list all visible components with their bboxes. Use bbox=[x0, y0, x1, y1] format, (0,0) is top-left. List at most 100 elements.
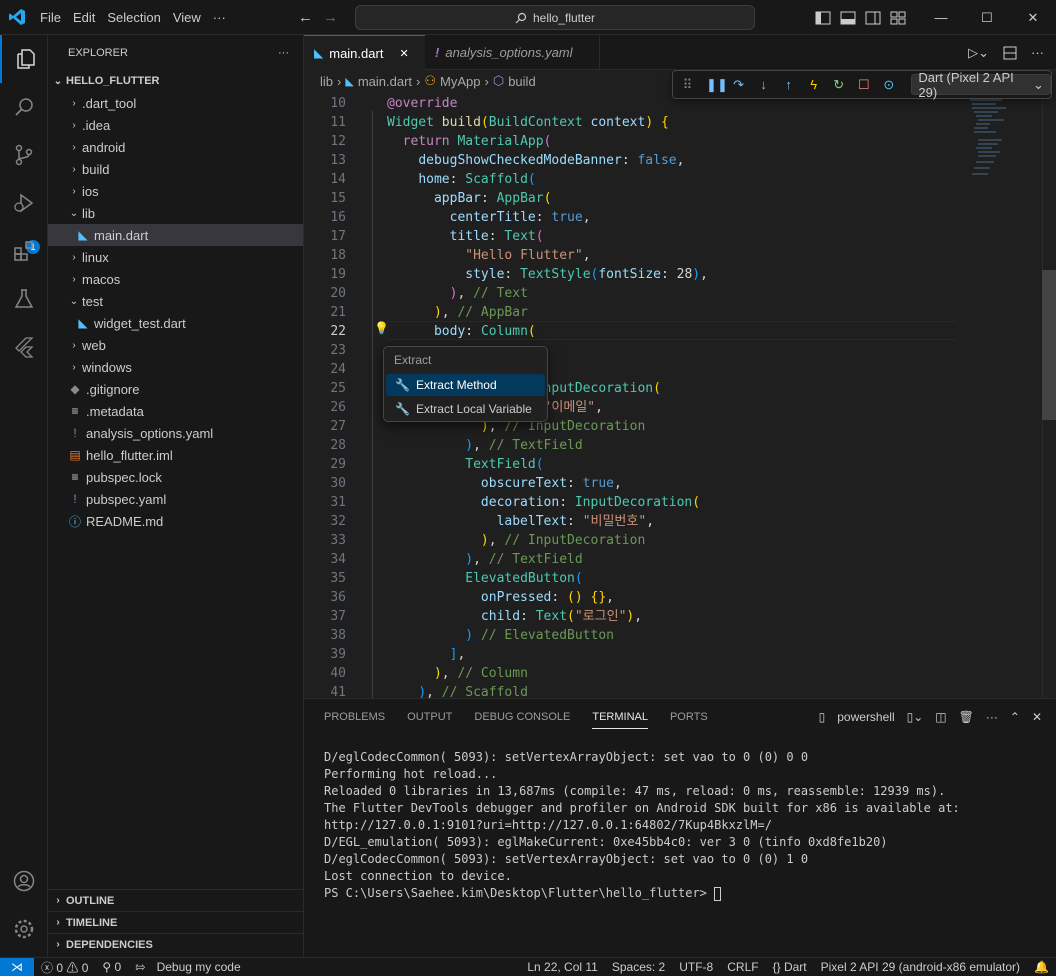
more-actions-icon[interactable]: ··· bbox=[986, 710, 998, 724]
tab-ports[interactable]: PORTS bbox=[670, 711, 708, 723]
file-item[interactable]: ≡ pubspec.lock bbox=[48, 466, 303, 488]
customize-layout-icon[interactable] bbox=[890, 11, 906, 25]
maximize-button[interactable]: ☐ bbox=[964, 0, 1010, 35]
tab-analysis-options[interactable]: ! analysis_options.yaml bbox=[425, 35, 600, 70]
accounts-icon[interactable] bbox=[0, 857, 48, 905]
hot-reload-icon[interactable]: ϟ bbox=[807, 77, 820, 92]
code-line[interactable]: 34 ), // TextField bbox=[304, 550, 968, 569]
code-line[interactable]: 11 Widget build(BuildContext context) { bbox=[304, 113, 968, 132]
language-mode[interactable]: {} Dart bbox=[766, 960, 814, 974]
menu-edit[interactable]: Edit bbox=[67, 0, 101, 35]
close-window-button[interactable]: ✕ bbox=[1010, 0, 1056, 35]
code-line[interactable]: 17 title: Text( bbox=[304, 227, 968, 246]
encoding[interactable]: UTF-8 bbox=[672, 960, 720, 974]
breadcrumb-method[interactable]: build bbox=[508, 74, 535, 89]
explorer-activity-icon[interactable] bbox=[0, 35, 48, 83]
step-over-icon[interactable]: ↷ bbox=[732, 77, 745, 93]
line-endings[interactable]: CRLF bbox=[720, 960, 765, 974]
tab-terminal[interactable]: TERMINAL bbox=[592, 711, 648, 729]
command-center-search[interactable]: hello_flutter bbox=[355, 5, 755, 30]
debug-target-select[interactable]: Dart (Pixel 2 API 29) ⌄ bbox=[911, 70, 1051, 100]
file-item[interactable]: ! pubspec.yaml bbox=[48, 488, 303, 510]
minimize-button[interactable]: — bbox=[918, 0, 964, 35]
code-line[interactable]: 15 appBar: AppBar( bbox=[304, 189, 968, 208]
menu-selection[interactable]: Selection bbox=[101, 0, 166, 35]
code-line[interactable]: 41 ), // Scaffold bbox=[304, 683, 968, 698]
testing-flask-icon[interactable] bbox=[0, 275, 48, 323]
outline-section[interactable]: › OUTLINE bbox=[48, 889, 303, 911]
folder-item[interactable]: › windows bbox=[48, 356, 303, 378]
code-line[interactable]: 36 onPressed: () {}, bbox=[304, 588, 968, 607]
new-terminal-icon[interactable]: ▯⌄ bbox=[907, 710, 924, 724]
code-line[interactable]: 37 child: Text("로그인"), bbox=[304, 607, 968, 626]
split-editor-icon[interactable] bbox=[1003, 46, 1017, 60]
trash-icon[interactable]: 🗑 bbox=[959, 710, 974, 724]
folder-item[interactable]: › android bbox=[48, 136, 303, 158]
menu-more[interactable]: ··· bbox=[207, 0, 232, 35]
code-line[interactable]: 18 "Hello Flutter", bbox=[304, 246, 968, 265]
cursor-position[interactable]: Ln 22, Col 11 bbox=[520, 960, 605, 974]
breadcrumb-file[interactable]: main.dart bbox=[358, 74, 412, 89]
editor-scrollbar-thumb[interactable] bbox=[1042, 270, 1056, 420]
code-line[interactable]: 38 ) // ElevatedButton bbox=[304, 626, 968, 645]
indentation[interactable]: Spaces: 2 bbox=[605, 960, 672, 974]
notifications-bell-icon[interactable]: 🔔 bbox=[1027, 960, 1056, 974]
dependencies-section[interactable]: › DEPENDENCIES bbox=[48, 933, 303, 955]
explorer-more-button[interactable]: ··· bbox=[278, 47, 289, 59]
run-and-debug-icon[interactable] bbox=[0, 179, 48, 227]
toggle-secondary-sidebar-icon[interactable] bbox=[865, 11, 881, 25]
terminal-prompt-line[interactable]: PS C:\Users\Saehee.kim\Desktop\Flutter\h… bbox=[324, 885, 1044, 902]
debug-status[interactable]: ⇰ Debug my code bbox=[128, 960, 247, 974]
ports-status[interactable]: ⚲ 0 bbox=[95, 960, 128, 974]
more-actions-icon[interactable]: ··· bbox=[1031, 45, 1044, 60]
code-line[interactable]: 31 decoration: InputDecoration( bbox=[304, 493, 968, 512]
folder-item[interactable]: › web bbox=[48, 334, 303, 356]
code-line[interactable]: 32 labelText: "비밀번호", bbox=[304, 512, 968, 531]
code-line[interactable]: 28 ), // TextField bbox=[304, 436, 968, 455]
code-line[interactable]: 16 centerTitle: true, bbox=[304, 208, 968, 227]
breadcrumb-class[interactable]: MyApp bbox=[440, 74, 480, 89]
settings-gear-icon[interactable] bbox=[0, 905, 48, 953]
file-item[interactable]: ◣ widget_test.dart bbox=[48, 312, 303, 334]
folder-item[interactable]: › build bbox=[48, 158, 303, 180]
maximize-panel-icon[interactable]: ⌃ bbox=[1010, 710, 1020, 724]
breadcrumb-lib[interactable]: lib bbox=[320, 74, 333, 89]
extract-local-variable-item[interactable]: 🔧 Extract Local Variable bbox=[386, 398, 545, 420]
code-line[interactable]: 12 return MaterialApp( bbox=[304, 132, 968, 151]
code-line[interactable]: 40 ), // Column bbox=[304, 664, 968, 683]
run-play-icon[interactable]: ▷⌄ bbox=[968, 45, 989, 61]
folder-item[interactable]: › .idea bbox=[48, 114, 303, 136]
file-item[interactable]: ≡ .metadata bbox=[48, 400, 303, 422]
tab-output[interactable]: OUTPUT bbox=[407, 711, 452, 723]
split-terminal-icon[interactable]: ◫ bbox=[935, 710, 946, 724]
code-line[interactable]: 19 style: TextStyle(fontSize: 28), bbox=[304, 265, 968, 284]
step-out-icon[interactable]: ↑ bbox=[782, 77, 795, 92]
tab-debug-console[interactable]: DEBUG CONSOLE bbox=[474, 711, 570, 723]
step-into-icon[interactable]: ↓ bbox=[757, 77, 770, 92]
timeline-section[interactable]: › TIMELINE bbox=[48, 911, 303, 933]
code-line[interactable]: 30 obscureText: true, bbox=[304, 474, 968, 493]
source-control-icon[interactable] bbox=[0, 131, 48, 179]
toggle-primary-sidebar-icon[interactable] bbox=[815, 11, 831, 25]
flutter-icon[interactable] bbox=[0, 323, 48, 371]
folder-item[interactable]: › .dart_tool bbox=[48, 92, 303, 114]
minimap[interactable] bbox=[962, 92, 1042, 698]
back-arrow-icon[interactable]: ← bbox=[298, 9, 313, 26]
pause-icon[interactable]: ❚❚ bbox=[706, 77, 728, 93]
forward-arrow-icon[interactable]: → bbox=[323, 9, 338, 26]
code-line[interactable]: 33 ), // InputDecoration bbox=[304, 531, 968, 550]
file-item[interactable]: ◣ main.dart bbox=[48, 224, 303, 246]
file-item[interactable]: ⓘ README.md bbox=[48, 510, 303, 532]
code-line[interactable]: 14 home: Scaffold( bbox=[304, 170, 968, 189]
code-line[interactable]: 20 ), // Text bbox=[304, 284, 968, 303]
file-item[interactable]: ◆ .gitignore bbox=[48, 378, 303, 400]
extensions-icon[interactable] bbox=[0, 227, 48, 275]
menu-view[interactable]: View bbox=[167, 0, 207, 35]
code-line[interactable]: 13 debugShowCheckedModeBanner: false, bbox=[304, 151, 968, 170]
folder-item[interactable]: › macos bbox=[48, 268, 303, 290]
folder-item[interactable]: › linux bbox=[48, 246, 303, 268]
restart-icon[interactable]: ↻ bbox=[832, 77, 845, 93]
problems-status[interactable]: ⓧ 0 ⚠ 0 bbox=[34, 959, 95, 976]
folder-item[interactable]: ⌄ test bbox=[48, 290, 303, 312]
tab-problems[interactable]: PROBLEMS bbox=[324, 711, 385, 723]
